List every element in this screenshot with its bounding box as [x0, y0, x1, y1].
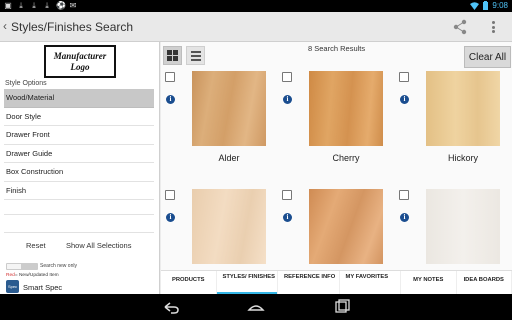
clock: 9:08: [492, 1, 508, 10]
info-icon[interactable]: i: [283, 95, 292, 104]
wood-swatch-alder[interactable]: [192, 71, 266, 146]
tab-styles-finishes[interactable]: STYLES/ FINISHES: [216, 271, 278, 294]
tab-my-favorites[interactable]: MY FAVORITES: [340, 271, 401, 294]
style-options-heading: Style Options: [5, 80, 47, 87]
show-all-selections-button[interactable]: Show All Selections: [66, 241, 131, 250]
divider: [4, 214, 154, 215]
option-box-construction[interactable]: Box Construction: [4, 163, 154, 182]
tab-idea-boards[interactable]: IDEA BOARDS: [457, 271, 512, 294]
info-icon[interactable]: i: [400, 213, 409, 222]
action-bar: ‹ Styles/Finishes Search: [0, 12, 512, 42]
select-checkbox[interactable]: [399, 190, 409, 200]
system-navigation-bar: [0, 294, 512, 320]
style-options-panel: Manufacturer Logo Style Options Wood/Mat…: [0, 42, 160, 294]
battery-icon: [483, 1, 489, 10]
option-finish[interactable]: Finish: [4, 182, 154, 200]
option-drawer-front[interactable]: Drawer Front: [4, 126, 154, 145]
tab-my-notes[interactable]: MY NOTES: [401, 271, 457, 294]
back-icon[interactable]: [162, 299, 180, 315]
download-notification-icon-2: ⤓: [32, 1, 36, 10]
info-icon[interactable]: i: [166, 95, 175, 104]
select-checkbox[interactable]: [282, 190, 292, 200]
wood-swatch-4[interactable]: [192, 189, 266, 264]
divider: [4, 232, 154, 233]
wood-swatch-hickory[interactable]: [426, 71, 500, 146]
select-checkbox[interactable]: [165, 72, 175, 82]
page-title[interactable]: Styles/Finishes Search: [11, 20, 133, 34]
option-wood-material[interactable]: Wood/Material: [4, 89, 154, 108]
back-chevron-icon[interactable]: ‹: [3, 19, 7, 33]
reset-button[interactable]: Reset: [26, 241, 46, 250]
legend-red-text: Red: [6, 273, 15, 278]
new-item-legend: Red= New/Updated Item: [6, 273, 59, 278]
legend-rest-text: = New/Updated Item: [14, 273, 59, 278]
share-icon[interactable]: [452, 19, 468, 35]
recent-apps-icon[interactable]: [333, 299, 351, 315]
info-icon[interactable]: i: [166, 213, 175, 222]
soccer-ball-icon: ⚽: [56, 1, 66, 10]
system-status: 9:08: [470, 1, 508, 10]
wifi-icon: [470, 1, 480, 10]
download-notification-icon-3: ⤓: [45, 1, 49, 10]
download-notification-icon: ⤓: [19, 1, 23, 10]
search-new-only-toggle[interactable]: [6, 263, 38, 270]
result-tile-cherry: i Cherry: [278, 42, 393, 172]
search-new-only-label: Search new only: [40, 263, 77, 269]
wood-swatch-6[interactable]: [426, 189, 500, 264]
info-icon[interactable]: i: [283, 213, 292, 222]
result-tile-hickory: i Hickory: [395, 42, 510, 172]
results-panel: 8 Search Results Clear All i Alder i Che…: [161, 42, 512, 294]
smart-spec-logo: Spec: [6, 280, 19, 293]
wood-swatch-5[interactable]: [309, 189, 383, 264]
option-door-style[interactable]: Door Style: [4, 108, 154, 126]
select-checkbox[interactable]: [399, 72, 409, 82]
smart-spec-label: Smart Spec: [23, 283, 63, 292]
tab-products[interactable]: PRODUCTS: [161, 271, 217, 294]
wood-swatch-cherry[interactable]: [309, 71, 383, 146]
home-icon[interactable]: [247, 299, 265, 315]
style-options-list: Wood/Material Door Style Drawer Front Dr…: [4, 89, 154, 200]
select-checkbox[interactable]: [282, 72, 292, 82]
overflow-menu-icon[interactable]: [488, 20, 498, 34]
manufacturer-logo: Manufacturer Logo: [44, 45, 116, 78]
bottom-tab-bar: PRODUCTS STYLES/ FINISHES REFERENCE INFO…: [161, 270, 512, 294]
status-bar: ▣ ⤓ ⤓ ⤓ ⚽ ✉ 9:08: [0, 0, 512, 12]
select-checkbox[interactable]: [165, 190, 175, 200]
mail-icon: ✉: [69, 1, 77, 10]
result-tile-alder: i Alder: [161, 42, 276, 172]
info-icon[interactable]: i: [400, 95, 409, 104]
notification-icons: ▣ ⤓ ⤓ ⤓ ⚽ ✉: [4, 1, 77, 10]
tab-reference-info[interactable]: REFERENCE INFO: [278, 271, 340, 294]
image-notification-icon: ▣: [4, 1, 12, 10]
option-drawer-guide[interactable]: Drawer Guide: [4, 145, 154, 163]
